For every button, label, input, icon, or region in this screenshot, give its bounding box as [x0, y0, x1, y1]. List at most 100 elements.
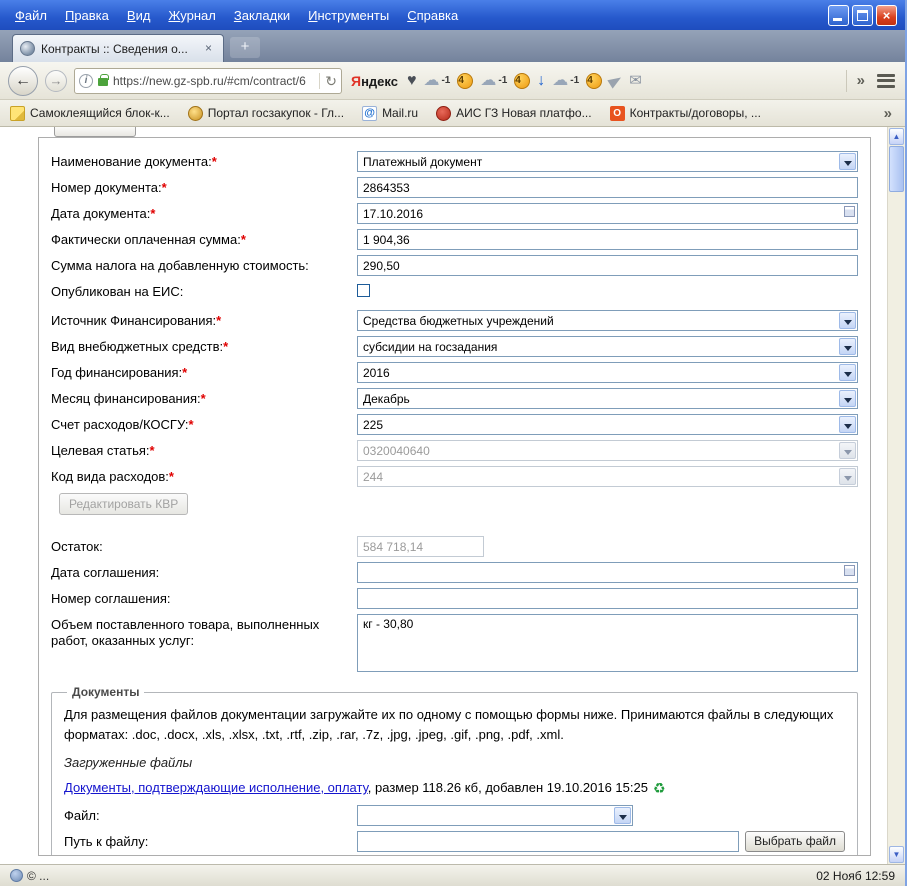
menu-bookmarks[interactable]: Закладки	[225, 4, 299, 27]
form-row: Путь к файлу: Выбрать файл	[64, 831, 845, 852]
reload-icon[interactable]: ↻	[325, 74, 337, 88]
vertical-scrollbar[interactable]: ▲ ▼	[887, 127, 905, 864]
menu-edit[interactable]: Правка	[56, 4, 118, 27]
cloud-extension-1[interactable]: ☁ -1	[423, 72, 450, 89]
cloud-extension-3[interactable]: ☁ -1	[552, 71, 579, 89]
file-path-input[interactable]	[357, 831, 740, 852]
bookmark-item-3[interactable]: @ Mail.ru	[362, 105, 418, 121]
chevron-down-icon[interactable]	[614, 807, 631, 824]
pocket-icon[interactable]: ♥	[407, 72, 417, 89]
chevron-down-icon[interactable]	[839, 312, 856, 329]
status-icon	[10, 869, 23, 882]
menu-history[interactable]: Журнал	[159, 4, 224, 27]
cloud-extension-2[interactable]: ☁ -1	[480, 72, 507, 89]
form-row: Счет расходов/КОСГУ:* 225	[51, 414, 858, 435]
agreement-date-input[interactable]	[357, 562, 858, 583]
form-row: Год финансирования:* 2016	[51, 362, 858, 383]
scrollbar-track[interactable]	[888, 192, 905, 845]
form-row: Номер соглашения:	[51, 588, 858, 609]
funding-month-select[interactable]: Декабрь	[357, 388, 858, 409]
bookmarks-overflow-icon[interactable]: »	[881, 105, 895, 122]
form-row: Остаток:	[51, 536, 858, 557]
page-info-icon[interactable]: i	[79, 73, 93, 88]
form-row: Сумма налога на добавленную стоимость:	[51, 255, 858, 276]
web-page: Наименование документа:* Платежный докум…	[0, 127, 887, 864]
back-button[interactable]: ←	[8, 65, 38, 96]
scrollbar-thumb[interactable]	[889, 146, 904, 192]
form-row: Наименование документа:* Платежный докум…	[51, 151, 858, 172]
delete-file-icon[interactable]: ♻	[653, 781, 666, 795]
send-icon[interactable]	[607, 72, 624, 89]
chevron-down-icon[interactable]	[839, 338, 856, 355]
chevron-down-icon[interactable]	[839, 416, 856, 433]
chevron-down-icon[interactable]	[839, 364, 856, 381]
minimize-button[interactable]	[828, 4, 849, 26]
delivered-volume-textarea[interactable]: кг - 30,80	[357, 614, 858, 672]
form-row: Целевая статья:* 0320040640	[51, 440, 858, 461]
browser-window: Файл Правка Вид Журнал Закладки Инструме…	[0, 0, 907, 886]
download-icon[interactable]: ↓	[537, 72, 545, 89]
form-row: Номер документа:*	[51, 177, 858, 198]
document-date-input[interactable]	[357, 203, 858, 224]
divider	[845, 69, 847, 92]
forward-button[interactable]: →	[45, 69, 67, 92]
bookmark-item-2[interactable]: Портал госзакупок - Гл...	[187, 105, 344, 121]
vat-amount-input[interactable]	[357, 255, 858, 276]
message-icon[interactable]: ✉	[629, 73, 642, 88]
uploaded-file-link[interactable]: Документы, подтверждающие исполнение, оп…	[64, 780, 368, 795]
form-row: Объем поставленного товара, выполненных …	[51, 614, 858, 677]
menu-hamburger-icon[interactable]	[875, 72, 897, 90]
chevron-down-icon	[839, 468, 856, 485]
coin-badge-2[interactable]: 4	[514, 72, 531, 89]
toolbar-overflow-icon[interactable]: »	[854, 72, 868, 89]
form-row: Опубликован на ЕИС:	[51, 281, 858, 302]
menu-view[interactable]: Вид	[118, 4, 160, 27]
form-row: Файл:	[64, 805, 845, 826]
tab-active[interactable]: Контракты :: Сведения о... ×	[12, 34, 224, 62]
published-eis-checkbox[interactable]	[357, 284, 370, 297]
url-bar[interactable]: i https://new.gz-spb.ru/#cm/contract/6 ↻	[74, 67, 342, 94]
secure-lock-icon[interactable]	[98, 74, 109, 86]
maximize-button[interactable]	[852, 4, 873, 26]
tab-close-icon[interactable]: ×	[201, 41, 216, 56]
choose-file-button[interactable]: Выбрать файл	[745, 831, 845, 852]
calendar-icon[interactable]	[844, 565, 855, 576]
extrabudget-type-select[interactable]: субсидии на госзадания	[357, 336, 858, 357]
form-row: Дата документа:*	[51, 203, 858, 224]
bookmark-item-5[interactable]: О Контракты/договоры, ...	[609, 105, 761, 121]
cloud-icon: ☁	[552, 71, 569, 89]
form-row: Фактически оплаченная сумма:*	[51, 229, 858, 250]
funding-year-select[interactable]: 2016	[357, 362, 858, 383]
close-button[interactable]: ×	[876, 4, 897, 26]
divider	[319, 72, 321, 89]
mailru-icon: @	[362, 105, 378, 121]
bookmark-item-1[interactable]: Самоклеящийся блок-к...	[10, 105, 170, 121]
yandex-button[interactable]: Яндекс	[349, 73, 400, 89]
coin-badge-1[interactable]: 4	[457, 72, 474, 89]
kosgu-account-select[interactable]: 225	[357, 414, 858, 435]
menu-file[interactable]: Файл	[6, 4, 56, 27]
funding-source-select[interactable]: Средства бюджетных учреждений	[357, 310, 858, 331]
scroll-down-icon[interactable]: ▼	[889, 846, 904, 863]
agreement-number-input[interactable]	[357, 588, 858, 609]
chevron-down-icon[interactable]	[839, 153, 856, 170]
menu-bar: Файл Правка Вид Журнал Закладки Инструме…	[0, 0, 905, 30]
file-select[interactable]	[357, 805, 633, 826]
coin-badge-3[interactable]: 4	[586, 72, 603, 89]
document-number-input[interactable]	[357, 177, 858, 198]
status-text: © ...	[27, 868, 50, 883]
form-row: Источник Финансирования:* Средства бюдже…	[51, 310, 858, 331]
new-tab-button[interactable]: +	[230, 37, 260, 58]
url-text[interactable]: https://new.gz-spb.ru/#cm/contract/6	[113, 74, 314, 88]
navigation-toolbar: ← → i https://new.gz-spb.ru/#cm/contract…	[0, 62, 905, 100]
menu-help[interactable]: Справка	[398, 4, 467, 27]
paid-amount-input[interactable]	[357, 229, 858, 250]
bookmark-item-4[interactable]: АИС ГЗ Новая платфо...	[436, 105, 592, 121]
calendar-icon[interactable]	[844, 206, 855, 217]
note-icon	[10, 105, 25, 121]
chevron-down-icon[interactable]	[839, 390, 856, 407]
scroll-up-icon[interactable]: ▲	[889, 128, 904, 145]
document-name-select[interactable]: Платежный документ	[357, 151, 858, 172]
menu-tools[interactable]: Инструменты	[299, 4, 398, 27]
form-row: Дата соглашения:	[51, 562, 858, 583]
